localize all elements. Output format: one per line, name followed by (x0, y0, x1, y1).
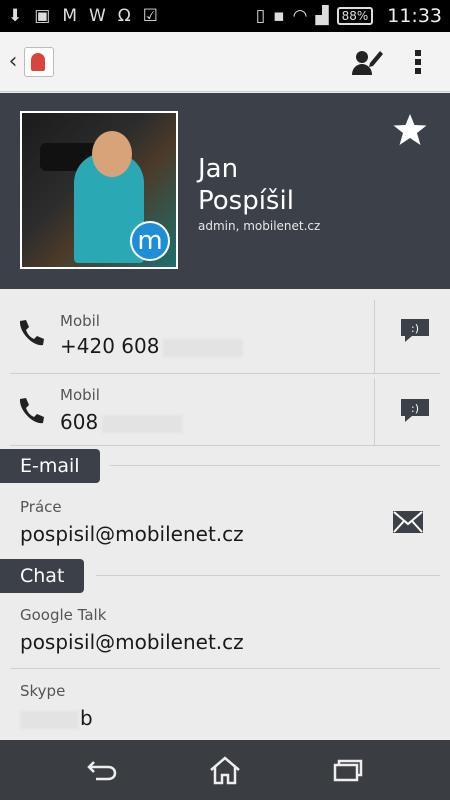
chat-row-skype[interactable]: Skype b (0, 676, 450, 738)
phone-icon (16, 318, 46, 352)
send-email-button[interactable] (392, 510, 424, 538)
nav-recents-button[interactable] (318, 746, 378, 794)
contact-subtitle: admin, mobilenet.cz (198, 219, 321, 233)
download-icon: ⬇ (8, 5, 23, 26)
mobilenet-badge: m (130, 221, 170, 261)
system-icons: ▯ ▪ ◠ ▟ 88% 11:33 (256, 5, 442, 27)
edit-contact-button[interactable] (350, 47, 384, 77)
favorite-button[interactable] (392, 113, 428, 151)
contact-photo[interactable]: m (20, 111, 178, 269)
nav-back-button[interactable] (72, 746, 132, 794)
email-label: Práce (20, 498, 62, 516)
edit-contact-icon (352, 50, 383, 75)
back-icon (86, 761, 116, 781)
headphones-icon: Ω (117, 5, 131, 26)
overflow-menu-button[interactable] (414, 49, 422, 75)
signal-icon: ▟ (315, 5, 329, 26)
email-value: pospisil@mobilenet.cz (20, 522, 244, 546)
battery-indicator: 88% (336, 7, 374, 25)
phone-label: Mobil (60, 312, 100, 330)
row-divider (374, 378, 375, 445)
redacted-part (163, 338, 244, 357)
row-divider (10, 668, 440, 669)
phone-icon (16, 396, 46, 430)
phone-number: 608 (60, 410, 183, 434)
chat-row-google-talk[interactable]: Google Talk pospisil@mobilenet.cz (0, 600, 450, 666)
section-divider (110, 465, 440, 466)
sms-icon: :) (401, 399, 429, 422)
phone-number: +420 608 (60, 334, 244, 358)
photo-head-shape (92, 131, 132, 177)
gmail-icon: M (62, 5, 77, 26)
action-bar: ‹ (0, 32, 450, 92)
chat-value-text: b (80, 706, 93, 730)
recents-icon (334, 759, 363, 782)
image-icon: ▣ (34, 5, 51, 26)
section-header-chat: Chat (0, 559, 85, 593)
contact-name: Jan Pospíšil (198, 153, 294, 217)
home-icon (210, 756, 240, 785)
phone-number-text: 608 (60, 410, 99, 434)
notification-icons: ⬇ ▣ M W Ω ☑ (8, 5, 159, 26)
section-divider (96, 575, 440, 576)
phone-row[interactable]: Mobil 608 :) (10, 378, 440, 446)
phone-row[interactable]: Mobil +420 608 :) (10, 300, 440, 374)
section-header-email: E-mail (0, 449, 100, 483)
redacted-part (20, 710, 78, 729)
phone-label: Mobil (60, 386, 100, 404)
task-icon: ☑ (142, 5, 159, 26)
contact-last-name: Pospíšil (198, 186, 294, 216)
svg-text::): :) (411, 322, 419, 335)
overflow-menu-icon (415, 49, 421, 74)
sms-button[interactable]: :) (400, 398, 430, 428)
clock: 11:33 (387, 5, 442, 27)
wifi-icon: ◠ (292, 5, 308, 26)
navigation-bar (0, 740, 450, 800)
contacts-app-icon[interactable] (24, 46, 54, 77)
walkman-icon: W (88, 5, 106, 26)
contact-header: m Jan Pospíšil admin, mobilenet.cz (0, 93, 450, 289)
chat-value: b (20, 706, 93, 730)
star-icon (393, 114, 427, 145)
phone-number-text: +420 608 (60, 334, 160, 358)
chevron-left-icon[interactable]: ‹ (2, 49, 24, 74)
nav-home-button[interactable] (195, 746, 255, 794)
nfc-icon: ▪ (273, 5, 285, 26)
redacted-part (102, 414, 183, 433)
chat-label: Google Talk (20, 606, 107, 624)
sms-button[interactable]: :) (400, 318, 430, 348)
chat-value: pospisil@mobilenet.cz (20, 630, 244, 654)
row-divider (374, 300, 375, 373)
sms-icon: :) (401, 319, 429, 342)
contact-first-name: Jan (198, 154, 239, 184)
email-row[interactable]: Práce pospisil@mobilenet.cz (0, 490, 450, 556)
email-icon (393, 511, 423, 533)
status-bar: ⬇ ▣ M W Ω ☑ ▯ ▪ ◠ ▟ 88% 11:33 (0, 0, 450, 32)
vibrate-icon: ▯ (255, 5, 266, 26)
svg-text::): :) (411, 402, 419, 415)
chat-label: Skype (20, 682, 66, 700)
